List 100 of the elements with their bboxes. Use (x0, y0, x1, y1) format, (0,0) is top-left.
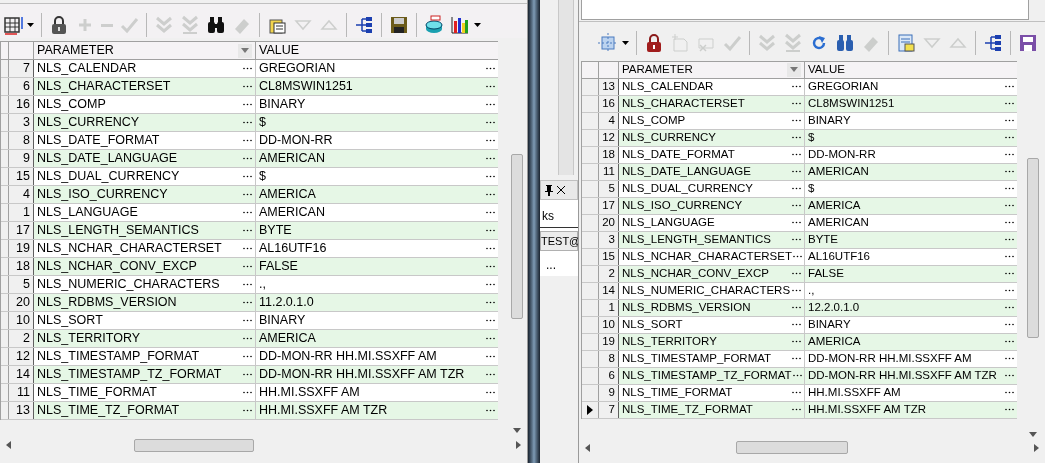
scrollbar-thumb[interactable] (1027, 158, 1039, 339)
ellipsis-icon[interactable] (1004, 85, 1014, 89)
ellipsis-icon[interactable] (485, 337, 495, 340)
sort-dropdown[interactable] (238, 43, 252, 58)
ellipsis-icon[interactable] (242, 229, 252, 232)
ellipsis-icon[interactable] (793, 374, 803, 378)
ellipsis-icon[interactable] (242, 283, 252, 286)
ellipsis-icon[interactable] (1004, 136, 1014, 140)
ellipsis-icon[interactable] (791, 85, 801, 89)
ellipsis-icon[interactable] (242, 121, 252, 124)
pin-icon[interactable] (545, 184, 553, 196)
ellipsis-icon[interactable] (485, 175, 495, 178)
ellipsis-icon[interactable] (485, 157, 495, 160)
ellipsis-icon[interactable] (242, 67, 252, 70)
ellipsis-icon[interactable] (1004, 357, 1014, 361)
ellipsis-icon[interactable] (242, 409, 252, 412)
ellipsis-icon[interactable] (485, 265, 495, 268)
ellipsis-icon[interactable] (485, 211, 495, 214)
ellipsis-icon[interactable] (485, 139, 495, 142)
ellipsis-icon[interactable] (1004, 102, 1014, 106)
ellipsis-icon[interactable] (791, 340, 801, 344)
ellipsis-icon[interactable] (1004, 289, 1014, 293)
table-cell-text: DD-MON-RR (259, 132, 333, 150)
ellipsis-icon[interactable] (242, 355, 252, 358)
ellipsis-icon[interactable] (791, 408, 801, 412)
ellipsis-icon[interactable] (793, 255, 803, 259)
scrollbar-thumb[interactable] (133, 438, 254, 452)
ellipsis-icon[interactable] (485, 283, 495, 286)
ellipsis-icon[interactable] (485, 85, 495, 88)
ellipsis-icon[interactable] (242, 157, 252, 160)
ellipsis-icon[interactable] (791, 153, 801, 157)
ellipsis-icon[interactable] (791, 187, 801, 191)
ellipsis-icon[interactable] (242, 337, 252, 340)
ellipsis-icon[interactable] (242, 103, 252, 106)
ellipsis-icon[interactable] (242, 391, 252, 394)
ellipsis-icon[interactable] (1004, 170, 1014, 174)
scrollbar-thumb[interactable] (511, 154, 523, 319)
ellipsis-icon[interactable] (242, 319, 252, 322)
ellipsis-icon[interactable] (485, 121, 495, 124)
column-header[interactable]: VALUE (805, 61, 1017, 78)
ellipsis-icon[interactable] (1004, 255, 1014, 259)
ellipsis-icon[interactable] (1004, 221, 1014, 225)
ellipsis-icon[interactable] (1004, 204, 1014, 208)
ellipsis-icon[interactable] (1004, 119, 1014, 123)
ellipsis-icon[interactable] (485, 391, 495, 394)
ellipsis-icon[interactable] (242, 85, 252, 88)
scroll-arrow-icon[interactable] (6, 441, 11, 449)
ellipsis-icon[interactable] (485, 247, 495, 250)
ellipsis-icon[interactable] (791, 204, 801, 208)
ellipsis-icon[interactable] (791, 102, 801, 106)
ellipsis-icon[interactable] (791, 323, 801, 327)
sort-dropdown[interactable] (787, 62, 801, 77)
ellipsis-icon[interactable] (485, 355, 495, 358)
ellipsis-icon[interactable] (485, 229, 495, 232)
ellipsis-icon[interactable] (242, 175, 252, 178)
ellipsis-icon[interactable] (791, 391, 801, 395)
ellipsis-icon[interactable] (242, 139, 252, 142)
column-header[interactable]: PARAMETER (619, 61, 805, 78)
ellipsis-icon[interactable] (791, 306, 801, 310)
ellipsis-icon[interactable] (1004, 238, 1014, 242)
scroll-arrow-icon[interactable] (585, 443, 590, 452)
ellipsis-icon[interactable] (485, 373, 495, 376)
ellipsis-icon[interactable] (1004, 340, 1014, 344)
ellipsis-icon[interactable] (485, 193, 495, 196)
ellipsis-icon[interactable] (485, 409, 495, 412)
ellipsis-icon[interactable] (791, 119, 801, 123)
column-header[interactable]: VALUE (256, 42, 498, 59)
minus-icon (101, 23, 113, 27)
ellipsis-icon[interactable] (1004, 187, 1014, 191)
ellipsis-icon[interactable] (1004, 306, 1014, 310)
ellipsis-icon[interactable] (242, 301, 252, 304)
ellipsis-icon[interactable] (485, 319, 495, 322)
table-cell-text: $ (808, 130, 815, 146)
ellipsis-icon[interactable] (791, 289, 801, 293)
close-icon[interactable] (557, 186, 565, 194)
ellipsis-icon[interactable] (1004, 323, 1014, 327)
ellipsis-icon[interactable] (242, 193, 252, 196)
ellipsis-icon[interactable] (791, 238, 801, 242)
ellipsis-icon[interactable] (485, 301, 495, 304)
ellipsis-icon[interactable] (791, 170, 801, 174)
ellipsis-icon[interactable] (1004, 272, 1014, 276)
ellipsis-icon[interactable] (1004, 374, 1014, 378)
ellipsis-icon[interactable] (485, 103, 495, 106)
scrollbar-thumb[interactable] (736, 441, 848, 455)
ellipsis-icon[interactable] (242, 247, 252, 250)
ellipsis-icon[interactable] (485, 67, 495, 70)
column-header[interactable]: PARAMETER (34, 42, 256, 59)
ellipsis-icon[interactable] (791, 221, 801, 225)
connection-button[interactable]: TEST@ (540, 231, 578, 251)
ellipsis-icon[interactable] (791, 136, 801, 140)
ellipsis-icon[interactable] (242, 373, 252, 376)
selection-icon (598, 33, 618, 54)
ellipsis-icon[interactable] (242, 211, 252, 214)
ellipsis-icon[interactable] (791, 357, 801, 361)
ellipsis-icon[interactable] (1004, 408, 1014, 412)
table-cell-text: AMERICAN (808, 215, 869, 231)
ellipsis-icon[interactable] (791, 272, 801, 276)
ellipsis-icon[interactable] (242, 265, 252, 268)
ellipsis-icon[interactable] (1004, 391, 1014, 395)
ellipsis-icon[interactable] (1004, 153, 1014, 157)
